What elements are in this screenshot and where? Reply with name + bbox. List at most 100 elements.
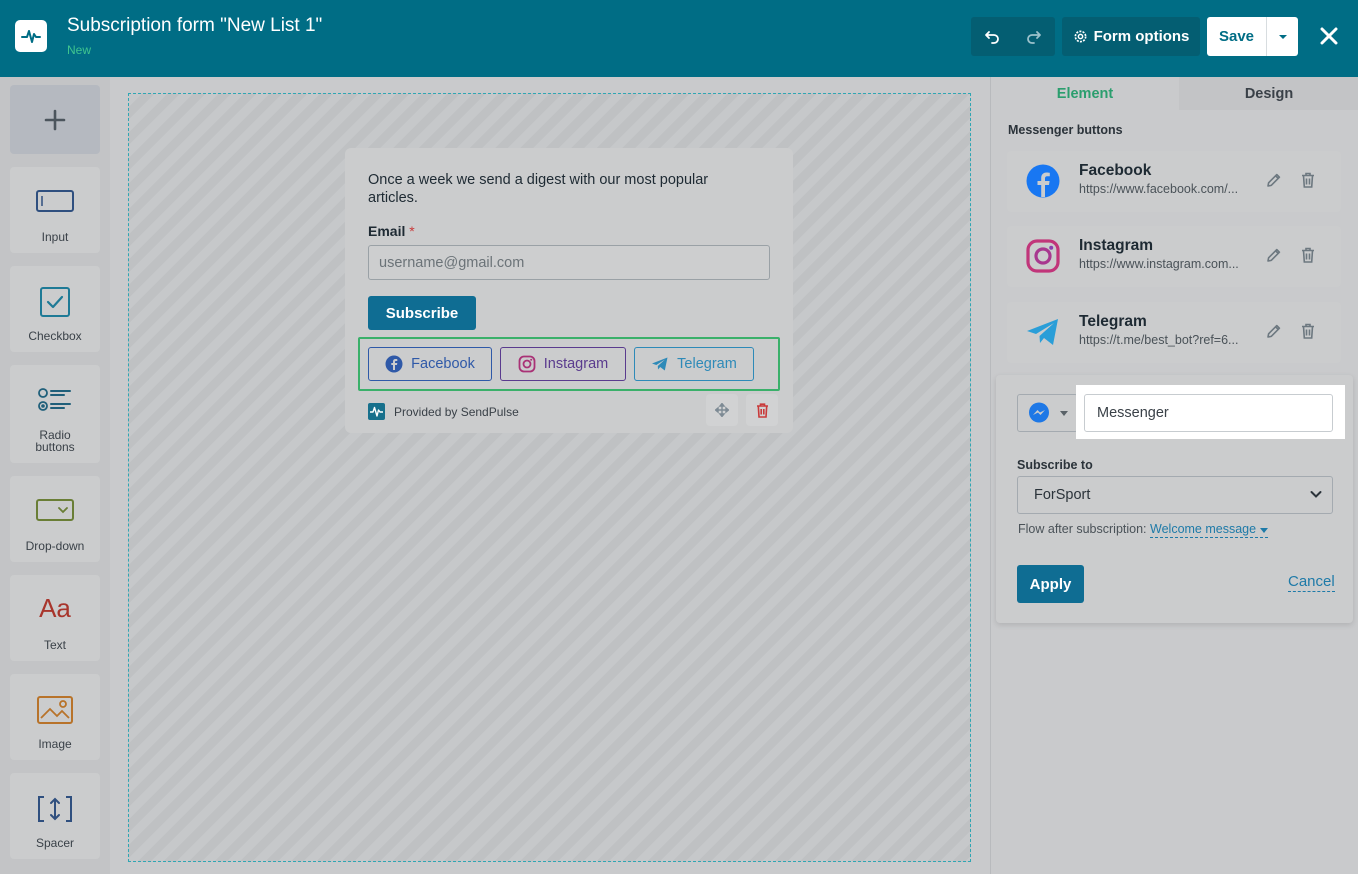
add-element-button[interactable]	[10, 85, 100, 154]
name-input-highlight: Messenger	[1076, 385, 1345, 439]
trash-icon	[1302, 247, 1314, 263]
close-icon	[1320, 27, 1338, 45]
subscribe-button[interactable]: Subscribe	[368, 296, 476, 330]
messenger-item-facebook[interactable]: Facebook https://www.facebook.com/...	[1007, 151, 1341, 212]
spacer-icon	[10, 795, 100, 823]
tool-label: Input	[41, 230, 69, 244]
telegram-button[interactable]: Telegram	[634, 347, 754, 381]
tool-image[interactable]: Image	[10, 674, 100, 760]
messenger-buttons-block[interactable]: Facebook Instagram Telegram	[358, 337, 780, 391]
undo-button[interactable]	[971, 17, 1013, 56]
instagram-icon	[1025, 238, 1061, 274]
trash-icon	[1302, 323, 1314, 339]
messenger-item-instagram[interactable]: Instagram https://www.instagram.com...	[1007, 226, 1341, 287]
tool-radio-buttons[interactable]: Radio buttons	[10, 365, 100, 463]
image-icon	[10, 696, 100, 724]
chevron-down-icon	[1259, 528, 1268, 533]
messenger-url: https://t.me/best_bot?ref=6...	[1079, 333, 1239, 347]
tool-dropdown[interactable]: Drop-down	[10, 476, 100, 562]
facebook-button[interactable]: Facebook	[368, 347, 492, 381]
move-element-button[interactable]	[706, 394, 738, 426]
messenger-name: Facebook	[1079, 162, 1152, 179]
delete-button[interactable]	[1297, 320, 1319, 342]
redo-icon	[1027, 30, 1041, 44]
tool-input[interactable]: Input	[10, 167, 100, 253]
flow-after-subscription: Flow after subscription: Welcome message	[1018, 522, 1268, 538]
history-controls	[971, 17, 1055, 56]
flow-value: Welcome message	[1150, 522, 1257, 536]
delete-button[interactable]	[1297, 244, 1319, 266]
tool-checkbox[interactable]: Checkbox	[10, 266, 100, 352]
provided-by: Provided by SendPulse	[368, 403, 519, 420]
radio-buttons-icon	[10, 387, 100, 413]
instagram-button[interactable]: Instagram	[500, 347, 626, 381]
subscribe-to-value: ForSport	[1034, 487, 1091, 503]
element-toolbar: Input Checkbox Radio buttons Drop-down A…	[0, 77, 110, 874]
redo-button[interactable]	[1013, 17, 1055, 56]
gear-icon	[1074, 30, 1087, 43]
trash-icon	[756, 402, 768, 418]
messenger-url: https://www.facebook.com/...	[1079, 182, 1239, 196]
messenger-name: Instagram	[1079, 237, 1154, 254]
status-badge: New	[67, 43, 92, 57]
undo-icon	[985, 30, 999, 44]
facebook-button-label: Facebook	[411, 356, 475, 372]
pencil-icon	[1267, 324, 1281, 338]
messenger-icon	[1028, 402, 1049, 423]
chevron-down-icon	[1310, 491, 1322, 498]
dropdown-icon	[10, 498, 100, 522]
tool-label: Spacer	[35, 836, 75, 850]
instagram-button-label: Instagram	[543, 356, 609, 372]
tool-label: Image	[38, 737, 72, 751]
section-label: Messenger buttons	[1008, 123, 1123, 137]
messenger-icon-select[interactable]	[1017, 394, 1078, 432]
close-button[interactable]	[1316, 22, 1342, 50]
facebook-icon	[385, 355, 403, 373]
form-intro-text[interactable]: Once a week we send a digest with our mo…	[368, 171, 758, 207]
tool-spacer[interactable]: Spacer	[10, 773, 100, 859]
email-label-text: Email	[368, 223, 406, 239]
form-options-label: Form options	[1093, 28, 1190, 45]
edit-button[interactable]	[1263, 169, 1285, 191]
subscription-form-preview[interactable]: Once a week we send a digest with our mo…	[345, 148, 793, 433]
email-field[interactable]: username@gmail.com	[368, 245, 770, 280]
tool-label: Checkbox	[28, 329, 82, 343]
form-options-button[interactable]: Form options	[1062, 17, 1200, 56]
page-title: Subscription form "New List 1"	[67, 15, 323, 36]
facebook-icon	[1025, 163, 1061, 199]
top-bar: Subscription form "New List 1" New Form …	[0, 0, 1358, 77]
subscribe-to-label: Subscribe to	[1017, 458, 1093, 472]
move-icon	[715, 403, 729, 417]
save-button[interactable]: Save	[1207, 17, 1267, 56]
subscribe-to-select[interactable]: ForSport	[1017, 476, 1333, 514]
delete-element-button[interactable]	[746, 394, 778, 426]
trash-icon	[1302, 172, 1314, 188]
flow-select-link[interactable]: Welcome message	[1150, 522, 1268, 538]
chevron-down-icon	[1278, 34, 1287, 39]
delete-button[interactable]	[1297, 169, 1319, 191]
email-label[interactable]: Email *	[368, 223, 415, 239]
tool-label: Drop-down	[25, 539, 85, 553]
tab-design[interactable]: Design	[1179, 77, 1358, 110]
plus-icon	[44, 109, 66, 130]
tab-element[interactable]: Element	[991, 77, 1179, 110]
required-marker: *	[409, 223, 415, 239]
messenger-url: https://www.instagram.com...	[1079, 257, 1239, 271]
tool-text[interactable]: Aa Text	[10, 575, 100, 661]
sendpulse-logo-icon[interactable]	[15, 20, 47, 52]
edit-button[interactable]	[1263, 320, 1285, 342]
form-canvas[interactable]: Once a week we send a digest with our mo…	[128, 93, 971, 862]
edit-button[interactable]	[1263, 244, 1285, 266]
messenger-editor: Messenger Subscribe to ForSport Flow aft…	[996, 375, 1353, 623]
save-options-button[interactable]	[1267, 17, 1298, 56]
apply-button[interactable]: Apply	[1017, 565, 1084, 603]
sendpulse-icon	[368, 403, 385, 420]
telegram-icon	[1025, 314, 1061, 350]
instagram-icon	[518, 355, 536, 373]
input-icon	[10, 189, 100, 213]
messenger-item-telegram[interactable]: Telegram https://t.me/best_bot?ref=6...	[1007, 302, 1341, 363]
messenger-name-input[interactable]: Messenger	[1084, 394, 1333, 432]
cancel-link[interactable]: Cancel	[1288, 573, 1335, 592]
checkbox-icon	[10, 286, 100, 318]
telegram-button-label: Telegram	[677, 356, 737, 372]
